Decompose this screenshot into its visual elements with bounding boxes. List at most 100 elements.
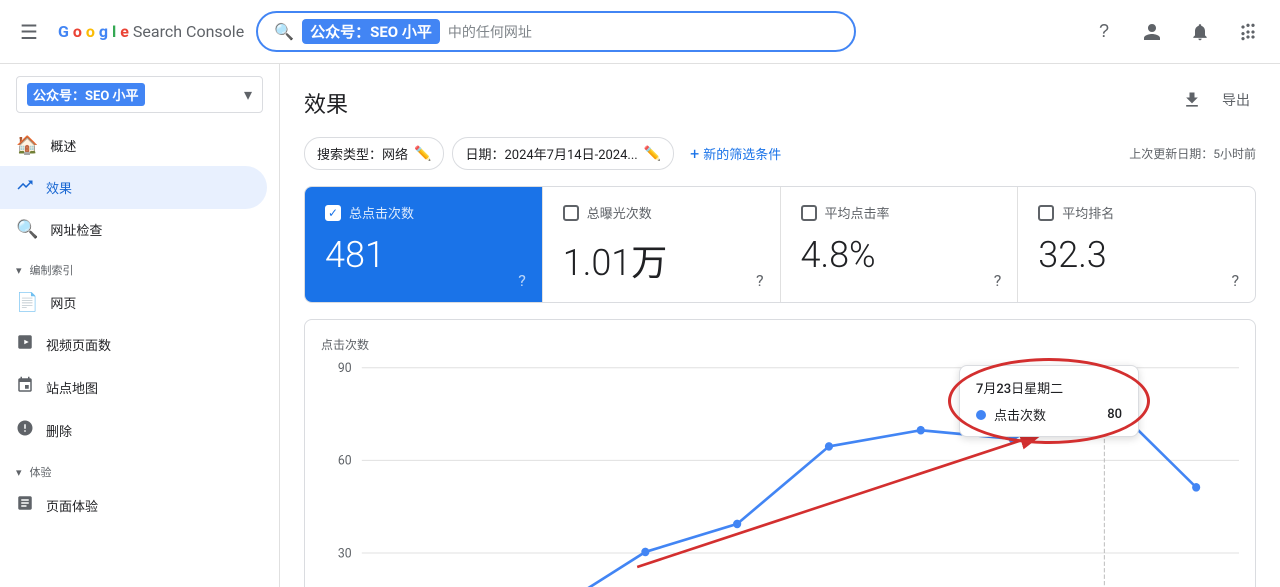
last-updated-label: 上次更新日期：5小时前 — [1129, 145, 1256, 162]
add-filter-button[interactable]: + 新的筛选条件 — [682, 138, 789, 169]
app-title: Search Console — [133, 22, 244, 41]
date-filter[interactable]: 日期：2024年7月14日-2024... ✏️ — [452, 137, 674, 170]
site-chevron-icon: ▾ — [244, 85, 252, 104]
metric-position-value: 32.3 — [1038, 234, 1235, 276]
menu-icon[interactable]: ☰ — [12, 12, 46, 52]
chart-container: 点击次数 90 60 30 0 — [304, 319, 1256, 587]
chart-wrapper: 90 60 30 0 — [321, 357, 1239, 587]
metric-clicks-help-icon[interactable]: ? — [518, 271, 526, 290]
tooltip-circle-annotation — [948, 358, 1150, 444]
sidebar-item-url-label: 网址检查 — [50, 220, 102, 239]
sidebar-item-sitemap[interactable]: 站点地图 — [0, 366, 267, 409]
search-bar[interactable]: 🔍 公众号：SEO 小平 中的任何网址 — [256, 11, 856, 52]
main-content: 效果 导出 搜索类型：网络 ✏️ 日期：2024年7月14日-2024... ✏… — [280, 64, 1280, 587]
help-button[interactable]: ? — [1084, 12, 1124, 52]
metric-total-clicks[interactable]: ✓ 总点击次数 481 ? — [305, 187, 543, 302]
metrics-row: ✓ 总点击次数 481 ? 总曝光次数 1.01万 ? — [304, 186, 1256, 303]
home-icon: 🏠 — [16, 135, 38, 156]
main-header-actions: 导出 — [1176, 84, 1256, 121]
sidebar-item-url-inspect[interactable]: 🔍 网址检查 — [0, 209, 267, 250]
metric-position-label: 平均排名 — [1062, 203, 1114, 222]
sidebar-item-removals-label: 删除 — [46, 421, 72, 440]
sidebar-item-overview-label: 概述 — [50, 136, 76, 155]
sidebar-item-performance[interactable]: 效果 — [0, 166, 267, 209]
sidebar-item-page-exp-label: 页面体验 — [46, 496, 98, 515]
webpages-icon: 📄 — [16, 292, 38, 313]
site-name: 公众号：SEO 小平 — [27, 83, 145, 106]
page-experience-icon — [16, 494, 34, 517]
app-logo: Google Search Console — [58, 22, 244, 41]
search-highlight: 公众号：SEO 小平 — [302, 19, 440, 44]
tooltip-metric-value: 80 — [1107, 407, 1122, 422]
removals-icon — [16, 419, 34, 442]
section-index-chevron: ▾ — [16, 264, 22, 277]
section-experience-header[interactable]: ▾ 体验 — [0, 452, 279, 484]
date-edit-icon: ✏️ — [644, 146, 661, 162]
metric-position-checkbox[interactable] — [1038, 205, 1054, 221]
add-filter-label: 新的筛选条件 — [703, 144, 781, 163]
main-layout: 公众号：SEO 小平 ▾ 🏠 概述 效果 🔍 网址检查 ▾ 编制索引 📄 网页 — [0, 64, 1280, 587]
metric-impressions-label: 总曝光次数 — [587, 203, 652, 222]
sitemap-icon — [16, 376, 34, 399]
topbar: ☰ Google Search Console 🔍 公众号：SEO 小平 中的任… — [0, 0, 1280, 64]
metric-impressions-help-icon[interactable]: ? — [756, 271, 764, 290]
metric-impressions-value: 1.01万 — [563, 234, 760, 286]
apps-button[interactable] — [1228, 12, 1268, 52]
main-header: 效果 导出 — [304, 64, 1256, 137]
section-experience-chevron: ▾ — [16, 466, 22, 479]
svg-text:30: 30 — [338, 546, 352, 561]
export-label[interactable]: 导出 — [1216, 84, 1256, 121]
metric-ctr-value: 4.8% — [801, 234, 998, 276]
topbar-actions: ? — [1084, 12, 1268, 52]
sidebar-item-video-label: 视频页面数 — [46, 335, 111, 354]
download-icon[interactable] — [1176, 84, 1208, 121]
sidebar-item-removals[interactable]: 删除 — [0, 409, 267, 452]
metric-ctr-help-icon[interactable]: ? — [994, 271, 1002, 290]
notification-button[interactable] — [1180, 12, 1220, 52]
search-placeholder: 中的任何网址 — [448, 22, 532, 42]
sidebar-item-performance-label: 效果 — [46, 178, 72, 197]
search-icon: 🔍 — [274, 22, 294, 41]
sidebar-item-page-experience[interactable]: 页面体验 — [0, 484, 267, 527]
section-index-label: 编制索引 — [30, 262, 74, 278]
tooltip-row: 点击次数 80 — [976, 405, 1122, 424]
metric-clicks-checkmark: ✓ — [328, 206, 338, 220]
metric-ctr-label: 平均点击率 — [825, 203, 890, 222]
metric-ctr-checkbox[interactable] — [801, 205, 817, 221]
url-inspect-icon: 🔍 — [16, 219, 38, 240]
metric-impressions-checkbox[interactable] — [563, 205, 579, 221]
search-type-label: 搜索类型：网络 — [317, 144, 408, 163]
svg-text:60: 60 — [338, 453, 352, 468]
chart-tooltip: 7月23日星期二 点击次数 80 — [959, 365, 1139, 437]
metric-total-impressions[interactable]: 总曝光次数 1.01万 ? — [543, 187, 781, 302]
sidebar-item-webpages-label: 网页 — [50, 293, 76, 312]
site-selector[interactable]: 公众号：SEO 小平 ▾ — [16, 76, 263, 113]
account-button[interactable] — [1132, 12, 1172, 52]
section-experience-label: 体验 — [30, 464, 52, 480]
tooltip-metric-label: 点击次数 — [994, 405, 1099, 424]
svg-text:90: 90 — [338, 361, 352, 376]
search-type-edit-icon: ✏️ — [414, 146, 431, 162]
filter-bar: 搜索类型：网络 ✏️ 日期：2024年7月14日-2024... ✏️ + 新的… — [304, 137, 1256, 170]
performance-icon — [16, 176, 34, 199]
section-index-header[interactable]: ▾ 编制索引 — [0, 250, 279, 282]
metric-position-help-icon[interactable]: ? — [1231, 271, 1239, 290]
metric-clicks-label: 总点击次数 — [349, 203, 414, 222]
tooltip-dot — [976, 410, 986, 420]
metric-avg-position[interactable]: 平均排名 32.3 ? — [1018, 187, 1255, 302]
add-filter-plus-icon: + — [690, 144, 699, 163]
search-type-filter[interactable]: 搜索类型：网络 ✏️ — [304, 137, 444, 170]
sidebar: 公众号：SEO 小平 ▾ 🏠 概述 效果 🔍 网址检查 ▾ 编制索引 📄 网页 — [0, 64, 280, 587]
tooltip-date: 7月23日星期二 — [976, 378, 1122, 397]
metric-clicks-value: 481 — [325, 234, 522, 276]
page-title: 效果 — [304, 87, 348, 119]
sidebar-item-webpages[interactable]: 📄 网页 — [0, 282, 267, 323]
chart-y-label: 点击次数 — [321, 336, 1239, 353]
sidebar-item-sitemap-label: 站点地图 — [46, 378, 98, 397]
video-pages-icon — [16, 333, 34, 356]
metric-clicks-checkbox[interactable]: ✓ — [325, 205, 341, 221]
metric-avg-ctr[interactable]: 平均点击率 4.8% ? — [781, 187, 1019, 302]
sidebar-item-overview[interactable]: 🏠 概述 — [0, 125, 267, 166]
sidebar-item-video-pages[interactable]: 视频页面数 — [0, 323, 267, 366]
date-label: 日期：2024年7月14日-2024... — [465, 144, 637, 163]
